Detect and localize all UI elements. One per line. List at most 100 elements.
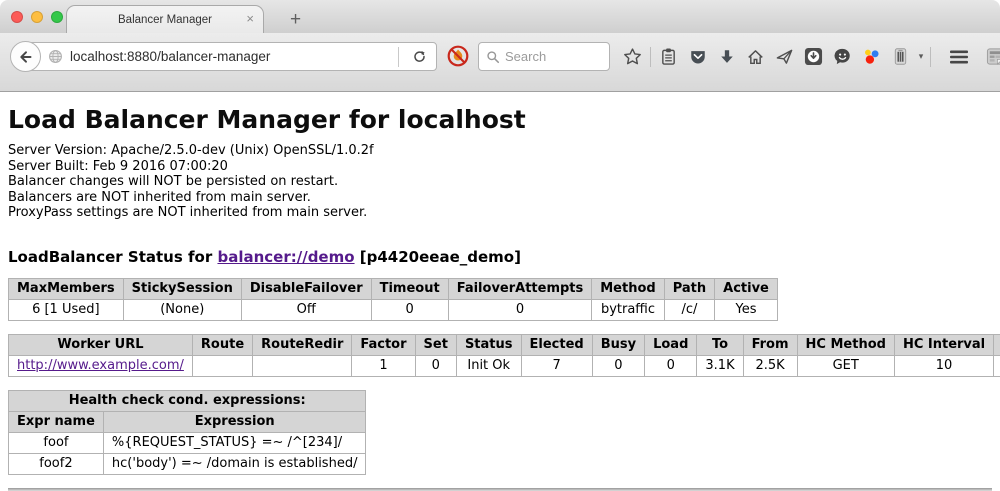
battery-icon bbox=[892, 47, 909, 66]
cell-hc-interval: 10 bbox=[894, 355, 993, 376]
loadbalancer-status-heading: LoadBalancer Status for balancer://demo … bbox=[8, 248, 992, 266]
health-table-title: Health check cond. expressions: bbox=[9, 390, 366, 411]
urlbar-divider bbox=[398, 47, 399, 67]
navigation-toolbar: localhost:8880/balancer-manager Search bbox=[0, 33, 1000, 92]
square-download-icon bbox=[804, 47, 823, 66]
paper-plane-icon bbox=[775, 47, 794, 66]
overflow-caret-icon[interactable]: ▾ bbox=[915, 51, 927, 62]
worker-table: Worker URL Route RouteRedir Factor Set S… bbox=[8, 334, 1000, 377]
column-header: Path bbox=[664, 278, 714, 299]
close-window-button[interactable] bbox=[11, 11, 23, 23]
cell-to: 3.1K bbox=[697, 355, 743, 376]
worker-url-link[interactable]: http://www.example.com/ bbox=[17, 358, 184, 373]
tab-title: Balancer Manager bbox=[118, 14, 212, 26]
send-button[interactable] bbox=[770, 45, 799, 68]
column-header: Active bbox=[715, 278, 778, 299]
cell-routeredir bbox=[253, 355, 352, 376]
balancers-inherit-line: Balancers are NOT inherited from main se… bbox=[8, 190, 992, 206]
table-header-row: Expr name Expression bbox=[9, 411, 366, 432]
url-bar[interactable]: localhost:8880/balancer-manager bbox=[25, 42, 437, 71]
table-header-row: Worker URL Route RouteRedir Factor Set S… bbox=[9, 334, 1000, 355]
globe-icon bbox=[48, 49, 63, 64]
feedback-button[interactable] bbox=[828, 45, 857, 68]
new-tab-button[interactable]: + bbox=[280, 7, 311, 33]
column-header: Worker URL bbox=[9, 334, 193, 355]
health-check-table: Health check cond. expressions: Expr nam… bbox=[8, 390, 366, 475]
download-arrow-icon bbox=[718, 48, 736, 66]
column-header: Set bbox=[415, 334, 456, 355]
table-row: 6 [1 Used] (None) Off 0 0 bytraffic /c/ … bbox=[9, 299, 778, 320]
cell-passes: 1 (0) bbox=[994, 355, 1000, 376]
window-controls bbox=[11, 11, 63, 23]
column-header: Busy bbox=[592, 334, 644, 355]
column-header: From bbox=[743, 334, 797, 355]
cell-active: Yes bbox=[715, 299, 778, 320]
cell-set: 0 bbox=[415, 355, 456, 376]
server-version-line: Server Version: Apache/2.5.0-dev (Unix) … bbox=[8, 143, 992, 159]
column-header: Expr name bbox=[9, 411, 104, 432]
archive-button[interactable] bbox=[886, 45, 915, 68]
cell-method: bytraffic bbox=[592, 299, 664, 320]
column-header: Method bbox=[592, 278, 664, 299]
zoom-window-button[interactable] bbox=[51, 11, 63, 23]
column-header: StickySession bbox=[123, 278, 241, 299]
color-dots-button[interactable] bbox=[857, 45, 886, 68]
cell-factor: 1 bbox=[352, 355, 415, 376]
cell-hc-method: GET bbox=[797, 355, 894, 376]
table-row: foof %{REQUEST_STATUS} =~ /^[234]/ bbox=[9, 432, 366, 453]
minimize-window-button[interactable] bbox=[31, 11, 43, 23]
persist-warning-line: Balancer changes will NOT be persisted o… bbox=[8, 174, 992, 190]
cell-expression: hc('body') =~ /domain is established/ bbox=[103, 453, 366, 474]
downloads-button[interactable] bbox=[712, 45, 741, 68]
column-header: DisableFailover bbox=[241, 278, 371, 299]
flash-block-icon[interactable] bbox=[446, 44, 470, 68]
pocket-icon bbox=[689, 48, 707, 66]
home-button[interactable] bbox=[741, 45, 770, 68]
column-header: Factor bbox=[352, 334, 415, 355]
cell-stickysession: (None) bbox=[123, 299, 241, 320]
cell-status: Init Ok bbox=[456, 355, 521, 376]
column-header: Passes bbox=[994, 334, 1000, 355]
clipboard-icon bbox=[660, 47, 677, 66]
toolbar-icons: ▾ bbox=[618, 45, 1000, 68]
toolbar-divider bbox=[930, 47, 931, 67]
url-text[interactable]: localhost:8880/balancer-manager bbox=[70, 49, 391, 64]
bookmark-star-button[interactable] bbox=[618, 45, 647, 68]
column-header: HC Method bbox=[797, 334, 894, 355]
browser-window: Balancer Manager × + localhost:8880/bala… bbox=[0, 0, 1000, 491]
cell-expr-name: foof2 bbox=[9, 453, 104, 474]
balancer-settings-table: MaxMembers StickySession DisableFailover… bbox=[8, 278, 778, 321]
back-button[interactable] bbox=[10, 41, 41, 72]
page-tiles-icon bbox=[986, 47, 1000, 66]
star-icon bbox=[623, 47, 642, 66]
column-header: Load bbox=[645, 334, 697, 355]
save-page-button[interactable] bbox=[799, 45, 828, 68]
cell-timeout: 0 bbox=[371, 299, 448, 320]
cell-expr-name: foof bbox=[9, 432, 104, 453]
back-arrow-icon bbox=[17, 48, 35, 66]
menu-button[interactable] bbox=[944, 45, 973, 68]
balancer-demo-link[interactable]: balancer://demo bbox=[217, 248, 354, 266]
column-header: Route bbox=[192, 334, 252, 355]
home-icon bbox=[746, 48, 765, 66]
tab-strip: Balancer Manager × + bbox=[0, 0, 1000, 33]
cell-route bbox=[192, 355, 252, 376]
cell-from: 2.5K bbox=[743, 355, 797, 376]
reload-button[interactable] bbox=[406, 45, 432, 69]
tab-close-icon[interactable]: × bbox=[246, 12, 254, 26]
chat-smiley-icon bbox=[833, 47, 852, 66]
column-header: RouteRedir bbox=[253, 334, 352, 355]
column-header: HC Interval bbox=[894, 334, 993, 355]
cell-worker-url: http://www.example.com/ bbox=[9, 355, 193, 376]
cell-load: 0 bbox=[645, 355, 697, 376]
server-info: Server Version: Apache/2.5.0-dev (Unix) … bbox=[8, 143, 992, 221]
pocket-button[interactable] bbox=[683, 45, 712, 68]
cell-elected: 7 bbox=[521, 355, 592, 376]
clipboard-button[interactable] bbox=[654, 45, 683, 68]
tiles-button[interactable] bbox=[981, 45, 1000, 68]
tab-balancer-manager[interactable]: Balancer Manager × bbox=[66, 5, 264, 33]
search-bar[interactable]: Search bbox=[478, 42, 610, 71]
column-header: MaxMembers bbox=[9, 278, 124, 299]
search-icon bbox=[486, 50, 500, 64]
column-header: Timeout bbox=[371, 278, 448, 299]
